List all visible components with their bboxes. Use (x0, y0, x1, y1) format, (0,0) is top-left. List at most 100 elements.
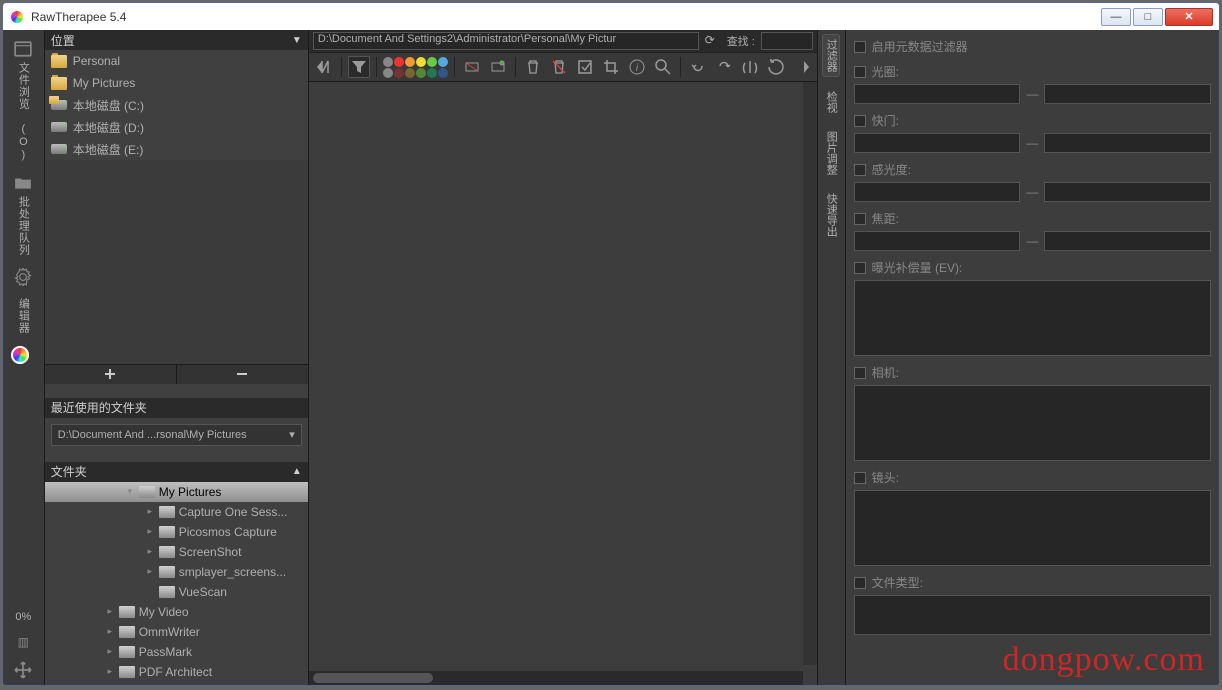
tree-row[interactable]: ▸PDF Architect (45, 662, 308, 682)
mode-tab-file-browser[interactable]: 文件浏览 (O) (5, 34, 41, 168)
tree-row[interactable]: ▸Capture One Sess... (45, 502, 308, 522)
range-checkbox[interactable] (854, 164, 866, 176)
expander-icon[interactable]: ▸ (105, 606, 115, 617)
tree-row[interactable]: ▸OmmWriter (45, 622, 308, 642)
tab-filter[interactable]: 过滤器 (822, 34, 840, 77)
tab-export[interactable]: 快速导出 (823, 189, 839, 241)
edited-filter-button[interactable] (487, 56, 509, 78)
tree-row[interactable]: ▸smplayer_screens... (45, 562, 308, 582)
close-button[interactable]: ✕ (1165, 8, 1213, 26)
expander-icon[interactable]: ▸ (145, 566, 155, 577)
info-button[interactable]: i (626, 56, 648, 78)
color-swatch[interactable] (416, 57, 426, 67)
flip-button[interactable] (739, 56, 761, 78)
color-swatch[interactable] (394, 57, 404, 67)
color-swatch[interactable] (394, 68, 404, 78)
panel-toggle-icon[interactable]: ▥ (14, 633, 32, 651)
remove-location-button[interactable] (177, 365, 308, 384)
color-swatch[interactable] (427, 57, 437, 67)
lens-list[interactable] (854, 490, 1211, 566)
zoom-button[interactable] (652, 56, 674, 78)
refresh-view-button[interactable] (574, 56, 596, 78)
tree-row[interactable]: ▸Picosmos Capture (45, 522, 308, 542)
location-row[interactable]: 本地磁盘 (C:) (45, 94, 308, 116)
mode-tab-logo[interactable] (5, 340, 41, 370)
recent-header[interactable]: 最近使用的文件夹 (45, 398, 308, 418)
tree-row[interactable]: VueScan (45, 582, 308, 602)
range-max-input[interactable] (1044, 182, 1211, 202)
range-max-input[interactable] (1044, 133, 1211, 153)
color-swatch[interactable] (438, 57, 448, 67)
collapse-icon[interactable]: ▼ (292, 35, 302, 46)
location-row[interactable]: My Pictures (45, 72, 308, 94)
maximize-button[interactable]: □ (1133, 8, 1163, 26)
range-max-input[interactable] (1044, 84, 1211, 104)
ev-checkbox[interactable] (854, 262, 866, 274)
horizontal-scrollbar[interactable] (309, 671, 803, 685)
lens-checkbox[interactable] (854, 472, 866, 484)
recent-folder-combo[interactable]: D:\Document And ...rsonal\My Pictures▾ (51, 424, 302, 446)
color-swatch[interactable] (405, 68, 415, 78)
reset-button[interactable] (765, 56, 787, 78)
rotate-right-button[interactable] (713, 56, 735, 78)
expander-icon[interactable]: ▸ (105, 646, 115, 657)
locations-header[interactable]: 位置▼ (45, 30, 308, 50)
tab-adjust[interactable]: 图片调整 (823, 127, 839, 179)
tree-row[interactable]: ▾My Pictures (45, 482, 308, 502)
untrash-button[interactable] (548, 56, 570, 78)
crop-button[interactable] (600, 56, 622, 78)
range-checkbox[interactable] (854, 66, 866, 78)
vertical-scrollbar[interactable] (803, 82, 817, 665)
filetype-checkbox[interactable] (854, 577, 866, 589)
location-row[interactable]: Personal (45, 50, 308, 72)
range-checkbox[interactable] (854, 213, 866, 225)
color-swatch[interactable] (405, 57, 415, 67)
expander-icon[interactable]: ▸ (145, 546, 155, 557)
range-checkbox[interactable] (854, 115, 866, 127)
add-location-button[interactable] (45, 365, 177, 384)
range-min-input[interactable] (854, 182, 1021, 202)
move-icon[interactable] (14, 661, 32, 679)
camera-list[interactable] (854, 385, 1211, 461)
color-swatch[interactable] (427, 68, 437, 78)
rotate-left-button[interactable] (687, 56, 709, 78)
forward-button[interactable] (791, 56, 813, 78)
back-button[interactable] (313, 56, 335, 78)
tree-row[interactable]: ▸PassMark (45, 642, 308, 662)
color-swatch[interactable] (416, 68, 426, 78)
mode-tab-settings[interactable] (5, 262, 41, 292)
tree-row[interactable]: ▸ScreenShot (45, 542, 308, 562)
filter-button[interactable] (348, 56, 370, 78)
mode-tab-editor[interactable]: 编辑器 (5, 292, 41, 340)
refresh-icon[interactable]: ⟳ (705, 33, 721, 49)
range-min-input[interactable] (854, 231, 1021, 251)
range-min-input[interactable] (854, 84, 1021, 104)
find-input[interactable] (761, 32, 813, 50)
expander-icon[interactable]: ▸ (145, 506, 155, 517)
color-swatch[interactable] (383, 68, 393, 78)
color-swatch[interactable] (383, 57, 393, 67)
ev-list[interactable] (854, 280, 1211, 356)
expander-icon[interactable]: ▾ (125, 486, 135, 497)
expander-icon[interactable]: ▸ (105, 666, 115, 677)
path-input[interactable]: D:\Document And Settings2\Administrator\… (313, 32, 699, 50)
trash-button[interactable] (522, 56, 544, 78)
tree-row[interactable]: ▸My Video (45, 602, 308, 622)
camera-checkbox[interactable] (854, 367, 866, 379)
collapse-icon[interactable]: ▲ (292, 466, 302, 477)
location-row[interactable]: 本地磁盘 (D:) (45, 116, 308, 138)
expander-icon[interactable]: ▸ (145, 526, 155, 537)
range-max-input[interactable] (1044, 231, 1211, 251)
filetype-list[interactable] (854, 595, 1211, 635)
color-swatch[interactable] (438, 68, 448, 78)
range-min-input[interactable] (854, 133, 1021, 153)
color-label-swatches[interactable] (383, 57, 448, 78)
tab-inspect[interactable]: 检视 (823, 87, 839, 117)
thumbnail-grid[interactable] (309, 82, 817, 685)
minimize-button[interactable]: — (1101, 8, 1131, 26)
expander-icon[interactable]: ▸ (105, 626, 115, 637)
location-row[interactable]: 本地磁盘 (E:) (45, 138, 308, 160)
unrated-filter-button[interactable] (461, 56, 483, 78)
titlebar[interactable]: RawTherapee 5.4 — □ ✕ (3, 3, 1219, 30)
tree-header[interactable]: 文件夹▲ (45, 462, 308, 482)
